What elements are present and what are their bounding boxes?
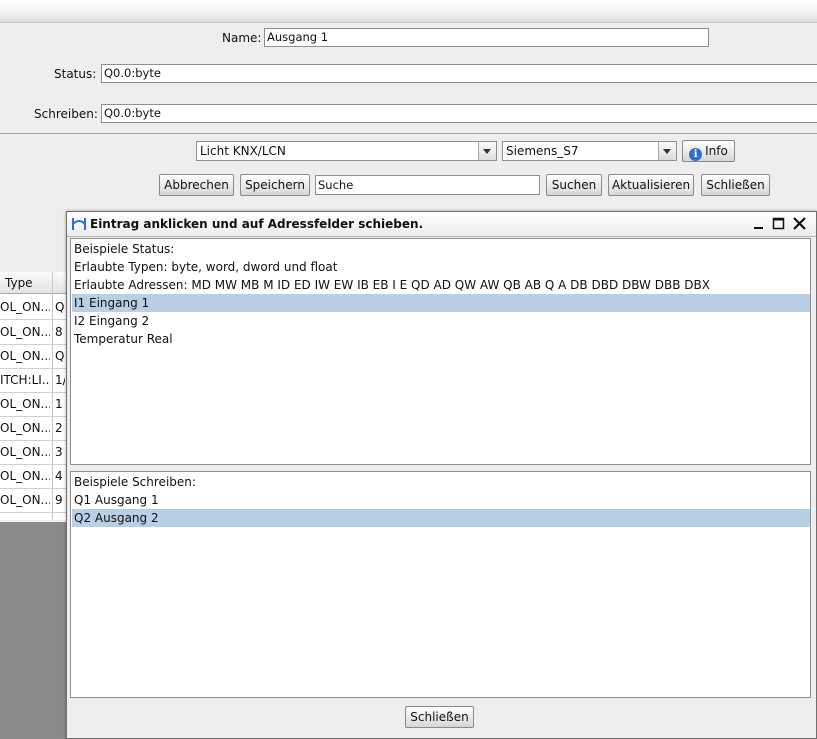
dialog-title-bar[interactable]: Eintrag anklicken und auf Adressfelder s… (67, 212, 816, 237)
cell-type: OL_ON... (0, 325, 50, 339)
list-item[interactable]: I1 Eingang 1 (74, 296, 149, 310)
write-examples-panel: Beispiele Schreiben: Q1 Ausgang 1 Q2 Aus… (70, 471, 811, 698)
status-label: Status: (54, 67, 97, 81)
list-selection-highlight (72, 294, 810, 312)
maximize-icon[interactable] (770, 215, 787, 232)
status-field[interactable]: Q0.0:byte (101, 64, 817, 83)
app-icon (72, 218, 86, 230)
column-header-type[interactable]: Type (5, 276, 33, 290)
allowed-types-text: Erlaubte Typen: byte, word, dword und fl… (74, 260, 338, 274)
name-label: Name: (222, 31, 262, 45)
cancel-button[interactable]: Abbrechen (159, 174, 234, 196)
write-field[interactable]: Q0.0:byte (101, 104, 817, 123)
status-examples-heading: Beispiele Status: (74, 242, 175, 256)
list-selection-highlight (72, 509, 810, 527)
cell-value: 4 (55, 469, 63, 483)
cell-type: OL_ON... (0, 421, 50, 435)
address-help-dialog: Eintrag anklicken und auf Adressfelder s… (66, 211, 817, 739)
cell-value: 8 (55, 325, 63, 339)
chevron-down-icon[interactable] (478, 142, 496, 160)
cell-value: 2 (55, 421, 63, 435)
list-item[interactable]: Q1 Ausgang 1 (74, 493, 159, 507)
cell-value: 3 (55, 445, 63, 459)
info-icon: i (689, 148, 703, 161)
column-divider (52, 272, 53, 520)
close-main-button[interactable]: Schließen (701, 174, 770, 196)
name-field[interactable]: Ausgang 1 (264, 28, 709, 47)
info-button[interactable]: i Info (682, 140, 735, 162)
list-item[interactable]: Temperatur Real (74, 332, 173, 346)
cell-type: OL_ON... (0, 397, 50, 411)
dialog-close-button[interactable]: Schließen (405, 706, 474, 728)
info-button-label: Info (705, 144, 728, 158)
list-item[interactable]: I2 Eingang 2 (74, 314, 149, 328)
plc-select-value: Siemens_S7 (506, 144, 579, 158)
list-item[interactable]: Q2 Ausgang 2 (74, 511, 159, 525)
save-button[interactable]: Speichern (240, 174, 310, 196)
allowed-addresses-text: Erlaubte Adressen: MD MW MB M ID ED IW E… (74, 278, 710, 292)
cell-value: 1 (55, 397, 63, 411)
search-button[interactable]: Suchen (546, 174, 602, 196)
minimize-icon[interactable] (750, 215, 767, 232)
write-label: Schreiben: (34, 107, 98, 121)
status-examples-panel: Beispiele Status: Erlaubte Typen: byte, … (70, 238, 811, 465)
cell-value: 9 (55, 493, 63, 507)
cell-type: OL_ON... (0, 300, 50, 314)
search-input[interactable]: Suche (315, 175, 540, 195)
refresh-button[interactable]: Aktualisieren (608, 174, 694, 196)
device-select-value: Licht KNX/LCN (200, 144, 286, 158)
plc-select[interactable]: Siemens_S7 (502, 141, 677, 161)
cell-value: Q (55, 300, 65, 314)
device-select[interactable]: Licht KNX/LCN (196, 141, 497, 161)
cell-type: OL_ON... (0, 349, 50, 363)
cell-type: OL_ON... (0, 493, 50, 507)
write-examples-heading: Beispiele Schreiben: (74, 475, 196, 489)
cell-type: ITCH:LI... (0, 373, 50, 387)
window-top-bar (0, 0, 817, 23)
form-separator (0, 133, 817, 134)
close-icon[interactable] (791, 215, 808, 232)
chevron-down-icon[interactable] (658, 142, 676, 160)
dialog-title: Eintrag anklicken und auf Adressfelder s… (90, 217, 424, 231)
cell-type: OL_ON... (0, 445, 50, 459)
cell-value: Q (55, 349, 65, 363)
cell-type: OL_ON... (0, 469, 50, 483)
cell-value: 1/ (55, 373, 65, 387)
